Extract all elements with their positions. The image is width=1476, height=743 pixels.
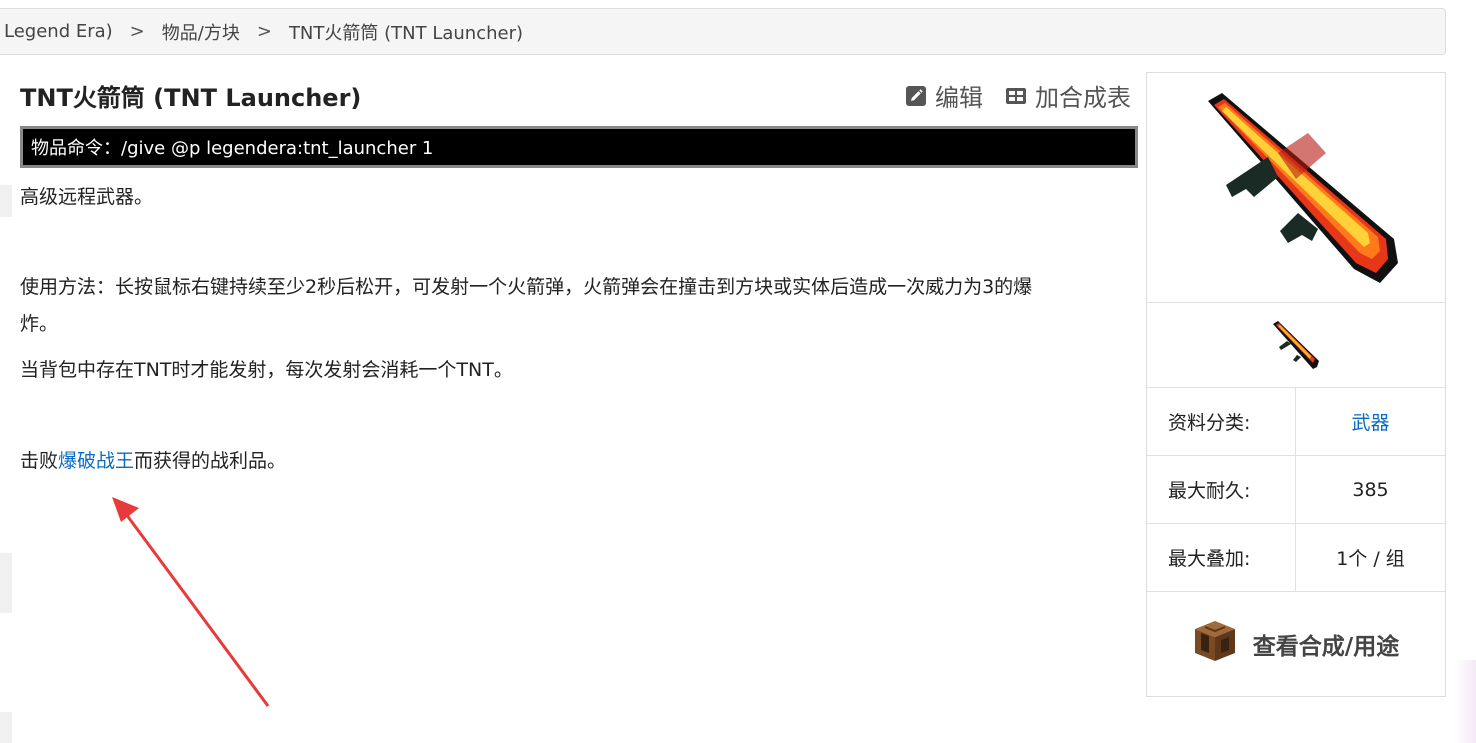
- info-value: 1个 / 组: [1336, 548, 1405, 570]
- view-recipe-label: 查看合成/用途: [1252, 634, 1400, 660]
- tnt-launcher-thumbnail: [1273, 321, 1319, 369]
- category-link[interactable]: 武器: [1296, 388, 1445, 455]
- crafting-table-icon: [1193, 619, 1237, 669]
- info-row-stack: 最大叠加: 1个 / 组: [1147, 524, 1445, 592]
- tnt-launcher-image: [1208, 93, 1398, 283]
- info-key: 最大叠加:: [1147, 524, 1296, 591]
- info-row-category: 资料分类: 武器: [1147, 388, 1445, 456]
- info-key: 最大耐久:: [1147, 456, 1296, 523]
- item-thumbnail-cell: [1147, 303, 1445, 388]
- item-image-cell: [1147, 73, 1445, 303]
- infobox: 资料分类: 武器 最大耐久: 385 最大叠加: 1个 / 组 查看合成/用途: [1146, 72, 1446, 697]
- info-key: 资料分类:: [1147, 388, 1296, 455]
- page-edge-decoration: [1454, 660, 1476, 743]
- view-recipe-button[interactable]: 查看合成/用途: [1147, 592, 1445, 696]
- info-value: 385: [1352, 478, 1389, 501]
- info-row-durability: 最大耐久: 385: [1147, 456, 1445, 524]
